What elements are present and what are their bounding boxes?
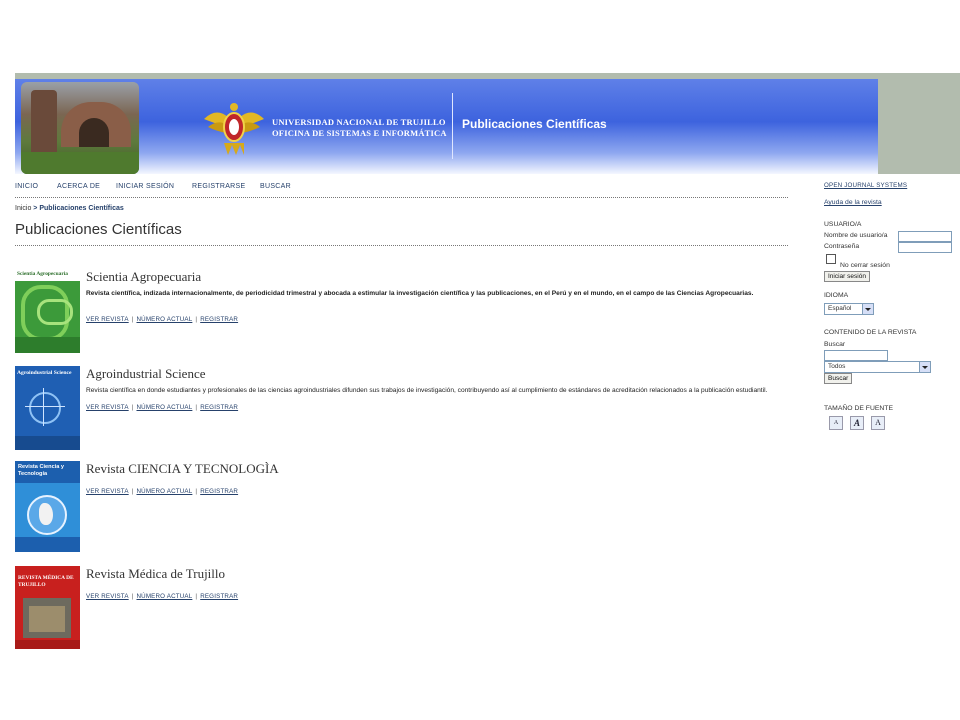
- registrar-link[interactable]: REGISTRAR: [200, 593, 238, 600]
- chevron-down-icon: [862, 304, 873, 314]
- nav-divider: [15, 197, 788, 198]
- font-size-heading: TAMAÑO DE FUENTE: [824, 405, 893, 412]
- search-scope-value: Todos: [828, 363, 846, 370]
- journal-item: Scientia Agropecuaria Scientia Agropecua…: [15, 269, 790, 355]
- journal-item: Revista Ciencia y Tecnología Revista CIE…: [15, 461, 790, 553]
- font-small-icon[interactable]: A: [829, 416, 843, 430]
- password-label: Contraseña: [824, 243, 860, 250]
- registrar-link[interactable]: REGISTRAR: [200, 488, 238, 495]
- ojs-link[interactable]: OPEN JOURNAL SYSTEMS: [824, 182, 907, 189]
- campus-photo: [21, 82, 139, 174]
- nav-iniciar-sesion[interactable]: INICIAR SESIÓN: [116, 183, 174, 190]
- journal-cover[interactable]: REVISTA MÉDICA DE TRUJILLO: [15, 566, 80, 649]
- user-heading: USUARIO/A: [824, 221, 862, 228]
- journal-description: Revista científica, indizada internacion…: [86, 290, 754, 297]
- nav-inicio[interactable]: INICIO: [15, 183, 38, 190]
- nav-acerca-de[interactable]: ACERCA DE: [57, 183, 100, 190]
- numero-actual-link[interactable]: NÚMERO ACTUAL: [136, 404, 192, 411]
- site-title: Publicaciones Científicas: [462, 117, 607, 131]
- search-label: Buscar: [824, 341, 846, 348]
- browser-page: UNIVERSIDAD NACIONAL DE TRUJILLO OFICINA…: [15, 73, 960, 649]
- journal-title[interactable]: Revista CIENCIA Y TECNOLOGÌA: [86, 461, 279, 477]
- breadcrumb-current[interactable]: Publicaciones Científicas: [39, 205, 123, 212]
- font-large-icon[interactable]: A: [871, 416, 885, 430]
- ver-revista-link[interactable]: VER REVISTA: [86, 404, 129, 411]
- nav-registrarse[interactable]: REGISTRARSE: [192, 183, 245, 190]
- journal-item: Agroindustrial Science Agroindustrial Sc…: [15, 366, 790, 452]
- chevron-down-icon: [919, 362, 930, 372]
- registrar-link[interactable]: REGISTRAR: [200, 316, 238, 323]
- search-input[interactable]: [824, 350, 888, 361]
- journal-cover[interactable]: Scientia Agropecuaria: [15, 269, 80, 353]
- remember-label: No cerrar sesión: [840, 262, 890, 269]
- journal-item: REVISTA MÉDICA DE TRUJILLO Revista Médic…: [15, 566, 790, 649]
- ver-revista-link[interactable]: VER REVISTA: [86, 316, 129, 323]
- journal-links: VER REVISTA | NÚMERO ACTUAL | REGISTRAR: [86, 316, 239, 323]
- journal-cover[interactable]: Revista Ciencia y Tecnología: [15, 461, 80, 552]
- site-header: UNIVERSIDAD NACIONAL DE TRUJILLO OFICINA…: [15, 73, 960, 174]
- header-divider: [452, 93, 453, 159]
- password-input[interactable]: [898, 242, 952, 253]
- username-input[interactable]: [898, 231, 952, 242]
- username-label: Nombre de usuario/a: [824, 232, 888, 239]
- language-heading: IDIOMA: [824, 292, 849, 299]
- journal-links: VER REVISTA | NÚMERO ACTUAL | REGISTRAR: [86, 593, 239, 600]
- numero-actual-link[interactable]: NÚMERO ACTUAL: [136, 488, 192, 495]
- numero-actual-link[interactable]: NÚMERO ACTUAL: [136, 316, 192, 323]
- breadcrumb-home[interactable]: Inicio: [15, 205, 31, 212]
- nav-buscar[interactable]: BUSCAR: [260, 183, 291, 190]
- journal-description: Revista científica en donde estudiantes …: [86, 387, 768, 394]
- university-name: UNIVERSIDAD NACIONAL DE TRUJILLO OFICINA…: [272, 117, 447, 138]
- registrar-link[interactable]: REGISTRAR: [200, 404, 238, 411]
- language-select[interactable]: Español: [824, 303, 874, 315]
- title-divider: [15, 245, 788, 246]
- search-scope-select[interactable]: Todos: [824, 361, 931, 373]
- ver-revista-link[interactable]: VER REVISTA: [86, 593, 129, 600]
- journal-title[interactable]: Revista Médica de Trujillo: [86, 566, 225, 582]
- content-heading: CONTENIDO DE LA REVISTA: [824, 329, 917, 336]
- journal-title[interactable]: Scientia Agropecuaria: [86, 269, 201, 285]
- login-button[interactable]: Iniciar sesión: [824, 271, 870, 282]
- breadcrumb-separator: >: [33, 205, 38, 212]
- breadcrumb: Inicio > Publicaciones Científicas: [15, 205, 124, 212]
- language-select-value: Español: [828, 305, 852, 312]
- journal-links: VER REVISTA | NÚMERO ACTUAL | REGISTRAR: [86, 488, 239, 495]
- journal-help-link[interactable]: Ayuda de la revista: [824, 199, 882, 206]
- ver-revista-link[interactable]: VER REVISTA: [86, 488, 129, 495]
- journal-links: VER REVISTA | NÚMERO ACTUAL | REGISTRAR: [86, 404, 239, 411]
- remember-checkbox[interactable]: [826, 254, 836, 264]
- page-title: Publicaciones Científicas: [15, 221, 182, 238]
- journal-cover[interactable]: Agroindustrial Science: [15, 366, 80, 450]
- numero-actual-link[interactable]: NÚMERO ACTUAL: [136, 593, 192, 600]
- journal-title[interactable]: Agroindustrial Science: [86, 366, 206, 382]
- font-medium-icon[interactable]: A: [850, 416, 864, 430]
- search-button[interactable]: Buscar: [824, 373, 853, 384]
- university-crest-icon: [204, 103, 264, 155]
- header-banner: UNIVERSIDAD NACIONAL DE TRUJILLO OFICINA…: [15, 79, 878, 174]
